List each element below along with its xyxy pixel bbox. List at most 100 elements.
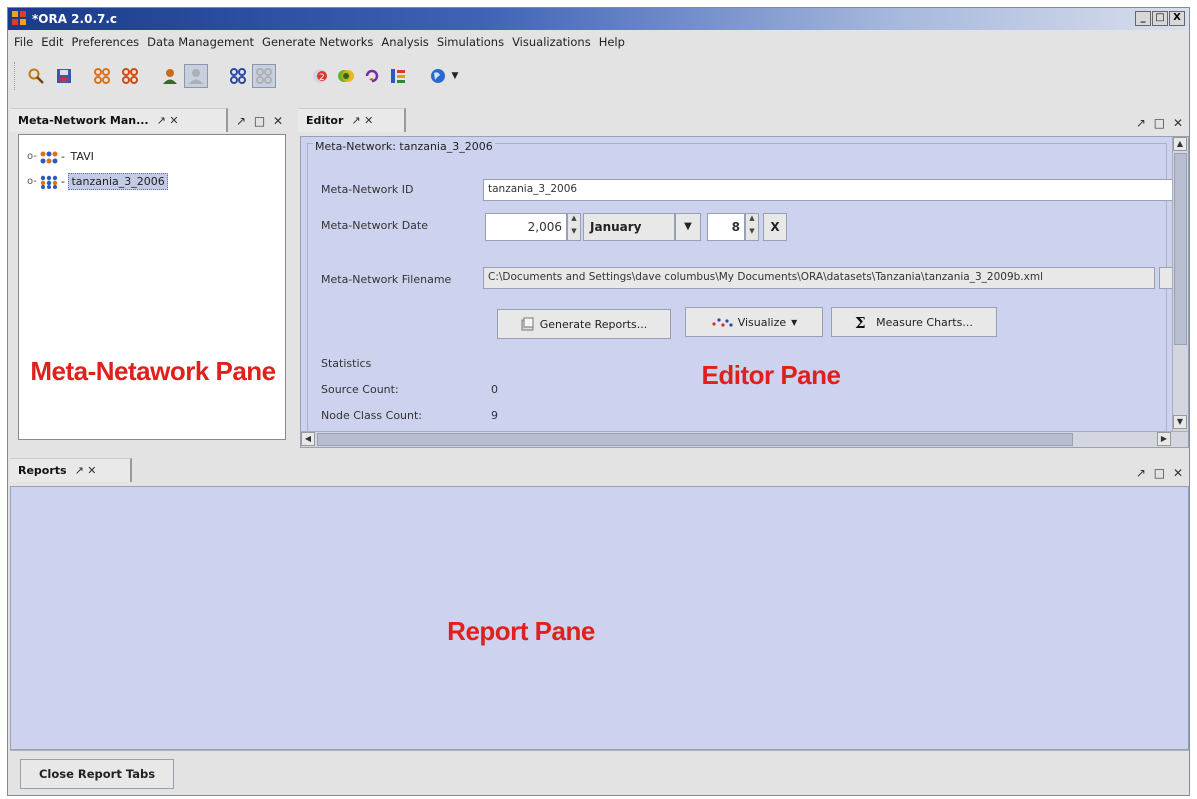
close-report-tabs-button[interactable]: Close Report Tabs xyxy=(20,759,174,789)
svg-text:2: 2 xyxy=(319,73,325,83)
tree-label-tavi: TAVI xyxy=(70,150,94,163)
menu-bar: File Edit Preferences Data Management Ge… xyxy=(8,32,1189,52)
meta-network-date-label: Meta-Network Date xyxy=(321,219,428,232)
node-class-count-value: 9 xyxy=(491,409,498,422)
tree-item-tanzania[interactable]: o- - tanzania_3_2006 xyxy=(27,173,168,190)
day-spinner[interactable]: ▲ ▼ xyxy=(745,213,759,241)
meta-network-id-label: Meta-Network ID xyxy=(321,183,414,196)
vertical-scroll-thumb[interactable] xyxy=(1174,153,1187,345)
save-icon[interactable] xyxy=(52,64,76,88)
scroll-up-icon[interactable]: ▲ xyxy=(1173,137,1187,151)
graph-icon[interactable] xyxy=(226,64,250,88)
expand-icon[interactable]: o- xyxy=(27,151,39,162)
scroll-right-icon[interactable]: ▶ xyxy=(1157,432,1171,446)
visualize-button[interactable]: Visualize ▼ xyxy=(685,307,823,337)
menu-help[interactable]: Help xyxy=(599,35,631,49)
filename-browse-button[interactable] xyxy=(1159,267,1173,289)
reports-panel: Report Pane xyxy=(10,486,1189,750)
source-count-label: Source Count: xyxy=(321,383,399,396)
editor-pane-window-controls[interactable]: ↗ □ ✕ xyxy=(1136,116,1185,130)
menu-visualizations[interactable]: Visualizations xyxy=(512,35,597,49)
chevron-down-icon[interactable]: ▼ xyxy=(675,213,701,241)
meta-network-tree: o- - TAVI o- - tanzania_3_2006 Meta-Neta… xyxy=(18,134,286,440)
report-icon xyxy=(521,317,534,331)
globe-icon[interactable] xyxy=(426,64,450,88)
scroll-down-icon[interactable]: ▼ xyxy=(1173,415,1187,429)
ora-window: *ORA 2.0.7.c _ □ X File Edit Preferences… xyxy=(7,7,1190,796)
meta-tab-label: Meta-Network Man... xyxy=(18,114,149,127)
tree-dash: - xyxy=(61,150,69,163)
maximize-button[interactable]: □ xyxy=(1152,11,1168,26)
graph-disabled-icon[interactable] xyxy=(252,64,276,88)
title-bar: *ORA 2.0.7.c _ □ X xyxy=(8,8,1189,30)
menu-file[interactable]: File xyxy=(14,35,39,49)
toolbar: 2 ▼ xyxy=(8,54,1189,102)
open-icon[interactable] xyxy=(24,64,48,88)
tree-label-tanzania: tanzania_3_2006 xyxy=(68,173,168,190)
measure-charts-label: Measure Charts... xyxy=(876,315,973,329)
menu-generate-networks[interactable]: Generate Networks xyxy=(262,35,379,49)
reports-pane-window-controls[interactable]: ↗ □ ✕ xyxy=(1136,466,1185,480)
source-count-value: 0 xyxy=(491,383,498,396)
venn-icon[interactable] xyxy=(334,64,358,88)
menu-data-management[interactable]: Data Management xyxy=(147,35,260,49)
network-icon[interactable] xyxy=(90,64,114,88)
tree-item-tavi[interactable]: o- - TAVI xyxy=(27,149,96,164)
editor-tab-label: Editor xyxy=(306,114,344,127)
year-spinner[interactable]: ▲ ▼ xyxy=(567,213,581,241)
month-select[interactable]: January xyxy=(583,213,675,241)
generate-reports-label: Generate Reports... xyxy=(539,317,648,331)
toolbar-grip xyxy=(14,62,18,90)
cycle-icon[interactable] xyxy=(360,64,384,88)
editor-tab-controls[interactable]: ↗ ✕ xyxy=(351,114,373,127)
dropdown-icon[interactable]: ▼ xyxy=(448,64,462,88)
horizontal-scroll-thumb[interactable] xyxy=(317,433,1073,446)
menu-simulations[interactable]: Simulations xyxy=(437,35,510,49)
measure-charts-button[interactable]: Σ Measure Charts... xyxy=(831,307,997,337)
meta-network-filename-label: Meta-Network Filename xyxy=(321,273,452,286)
generate-reports-button[interactable]: Generate Reports... xyxy=(497,309,671,339)
meta-network-filename-field[interactable]: C:\Documents and Settings\dave columbus\… xyxy=(483,267,1155,289)
node-class-count-label: Node Class Count: xyxy=(321,409,423,422)
tab-editor[interactable]: Editor ↗ ✕ xyxy=(298,108,406,132)
editor-vertical-scrollbar[interactable]: ▲ ▼ xyxy=(1172,137,1188,431)
menu-edit[interactable]: Edit xyxy=(41,35,69,49)
reports-tab-controls[interactable]: ↗ ✕ xyxy=(75,464,97,477)
meta-network-icon xyxy=(39,150,59,164)
tab-reports[interactable]: Reports ↗ ✕ xyxy=(10,458,132,482)
hierarchy-icon[interactable] xyxy=(386,64,410,88)
editor-panel: Meta-Network: tanzania_3_2006 Meta-Netwo… xyxy=(300,136,1189,448)
tab-meta-network-manager[interactable]: Meta-Network Man... ↗ ✕ xyxy=(10,108,228,132)
menu-preferences[interactable]: Preferences xyxy=(72,35,146,49)
expand-icon[interactable]: o- xyxy=(27,176,39,187)
clear-date-button[interactable]: X xyxy=(763,213,787,241)
close-window-button[interactable]: X xyxy=(1169,11,1185,26)
reports-tab-label: Reports xyxy=(18,464,67,477)
ora-app-icon xyxy=(12,11,28,27)
report-pane-annotation: Report Pane xyxy=(447,616,595,646)
tree-dash: - xyxy=(61,175,69,188)
visualize-icon xyxy=(712,318,733,327)
measures-icon[interactable]: 2 xyxy=(308,64,332,88)
user-icon[interactable] xyxy=(158,64,182,88)
visualize-label: Visualize xyxy=(737,315,787,329)
minimize-button[interactable]: _ xyxy=(1135,11,1151,26)
editor-horizontal-scrollbar[interactable]: ◀ ▶ xyxy=(301,431,1188,447)
meta-network-id-field[interactable]: tanzania_3_2006 xyxy=(483,179,1173,201)
menu-analysis[interactable]: Analysis xyxy=(381,35,434,49)
meta-tab-controls[interactable]: ↗ ✕ xyxy=(157,114,179,127)
editor-pane-header: Editor ↗ ✕ ↗ □ ✕ xyxy=(298,104,1189,134)
year-field[interactable]: 2,006 xyxy=(485,213,567,241)
group-title: Meta-Network: tanzania_3_2006 xyxy=(313,140,495,153)
reports-pane-header: Reports ↗ ✕ ↗ □ ✕ xyxy=(10,454,1189,484)
editor-pane-annotation: Editor Pane xyxy=(701,360,841,390)
sigma-icon: Σ xyxy=(855,315,866,329)
user-disabled-icon[interactable] xyxy=(184,64,208,88)
meta-network-icon xyxy=(39,175,59,189)
day-field[interactable]: 8 xyxy=(707,213,745,241)
network-alt-icon[interactable] xyxy=(118,64,142,88)
meta-pane-window-controls[interactable]: ↗ □ ✕ xyxy=(236,114,285,128)
svg-text:Σ: Σ xyxy=(855,315,866,329)
statistics-label: Statistics xyxy=(321,357,372,370)
scroll-left-icon[interactable]: ◀ xyxy=(301,432,315,446)
